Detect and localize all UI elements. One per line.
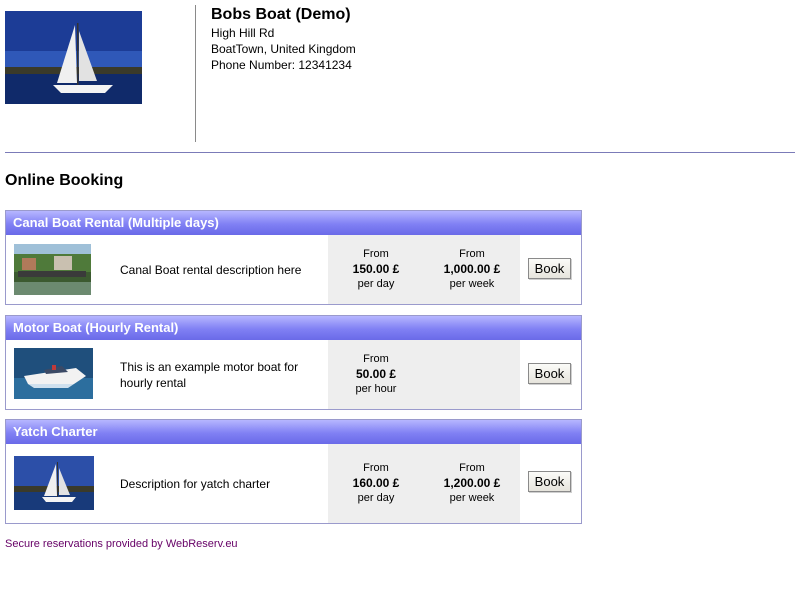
price-unit: per day [357, 492, 395, 504]
address-line-2: BoatTown, United Kingdom [211, 42, 356, 56]
listing-description: Description for yatch charter [120, 477, 271, 491]
price-per-week: From 1,000.00 £ per week [424, 247, 520, 292]
price-from-label: From [363, 248, 389, 260]
book-button[interactable]: Book [528, 258, 571, 279]
motor-boat-thumbnail [14, 348, 93, 399]
price-unit: per week [449, 278, 495, 290]
webreserv-link[interactable]: WebReserv.eu [166, 538, 238, 550]
price-panel: From 150.00 £ per day From 1,000.00 £ pe… [328, 235, 520, 304]
address-line-1: High Hill Rd [211, 26, 275, 40]
listing-motor-boat: Motor Boat (Hourly Rental) This is an ex… [5, 315, 582, 410]
price-per-day: From 160.00 £ per day [328, 461, 424, 506]
price-amount: 150.00 £ [352, 262, 400, 276]
price-per-day: From 150.00 £ per day [328, 247, 424, 292]
price-from-label: From [363, 353, 389, 365]
business-name: Bobs Boat (Demo) [211, 6, 351, 23]
price-unit: per week [449, 492, 495, 504]
price-amount: 50.00 £ [355, 367, 397, 381]
book-button[interactable]: Book [528, 363, 571, 384]
listing-title: Canal Boat Rental (Multiple days) [6, 211, 581, 235]
yacht-thumbnail [14, 456, 94, 510]
business-logo-sailboat-image [5, 11, 142, 104]
book-button[interactable]: Book [528, 471, 571, 492]
phone-number: Phone Number: 12341234 [211, 58, 352, 72]
price-amount: 1,000.00 £ [443, 262, 501, 276]
listing-description: This is an example motor boat for hourly… [120, 360, 299, 390]
price-unit: per day [357, 278, 395, 290]
footer: Secure reservations provided by WebReser… [5, 538, 238, 550]
listing-description: Canal Boat rental description here [120, 263, 302, 277]
footer-text: Secure reservations provided by [5, 538, 166, 550]
header-divider [195, 5, 196, 142]
price-panel: From 160.00 £ per day From 1,200.00 £ pe… [328, 444, 520, 523]
price-per-hour: From 50.00 £ per hour [328, 352, 424, 397]
listing-title: Motor Boat (Hourly Rental) [6, 316, 581, 340]
listing-canal-boat: Canal Boat Rental (Multiple days) Canal … [5, 210, 582, 305]
header-rule [5, 152, 795, 153]
business-info: Bobs Boat (Demo) High Hill Rd BoatTown, … [211, 6, 356, 73]
price-amount: 1,200.00 £ [443, 476, 501, 490]
price-from-label: From [459, 462, 485, 474]
listing-title: Yatch Charter [6, 420, 581, 444]
price-amount: 160.00 £ [352, 476, 400, 490]
price-panel: From 50.00 £ per hour [328, 340, 520, 409]
canal-boat-thumbnail [14, 244, 91, 295]
price-from-label: From [459, 248, 485, 260]
listing-yatch-charter: Yatch Charter Description for yatch char… [5, 419, 582, 524]
page-title: Online Booking [5, 172, 124, 189]
listing-row: Description for yatch charter From 160.0… [6, 444, 581, 523]
price-unit: per hour [355, 383, 397, 395]
price-from-label: From [363, 462, 389, 474]
price-per-week: From 1,200.00 £ per week [424, 461, 520, 506]
listing-row: Canal Boat rental description here From … [6, 235, 581, 304]
listing-row: This is an example motor boat for hourly… [6, 340, 581, 409]
